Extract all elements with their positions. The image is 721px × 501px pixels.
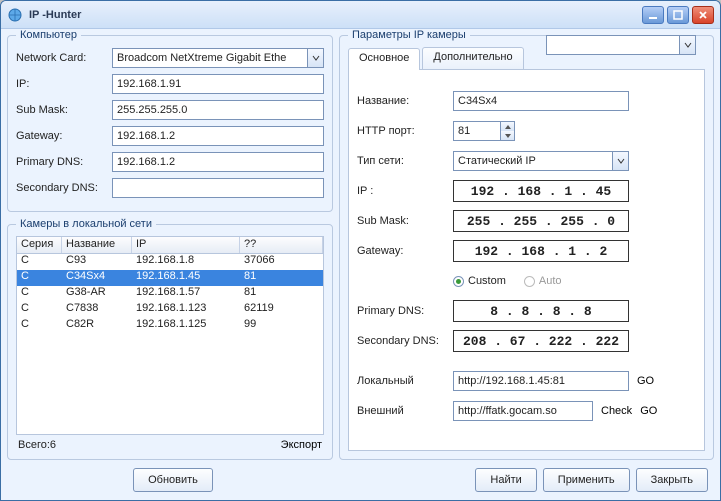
label-cam-name: Название: [357, 95, 453, 107]
external-go-link[interactable]: GO [640, 405, 657, 417]
camera-sdns-input[interactable]: 208 . 67 . 222 . 222 [453, 330, 629, 352]
minimize-button[interactable] [642, 6, 664, 24]
label-net-type: Тип сети: [357, 155, 453, 167]
camera-list-header[interactable]: Серия Название IP ?? [16, 236, 324, 254]
apply-button[interactable]: Применить [543, 468, 630, 492]
label-cam-submask: Sub Mask: [357, 215, 453, 227]
label-cam-sdns: Secondary DNS: [357, 335, 453, 347]
camera-submask-input[interactable]: 255 . 255 . 255 . 0 [453, 210, 629, 232]
table-row[interactable]: CG38-AR192.168.1.5781 [17, 286, 323, 302]
computer-submask-field: 255.255.255.0 [112, 100, 324, 120]
label-network-card: Network Card: [16, 52, 112, 64]
radio-custom[interactable]: Custom [453, 275, 506, 287]
local-go-link[interactable]: GO [637, 375, 654, 387]
group-cameras-lan: Камеры в локальной сети Серия Название I… [7, 218, 333, 460]
refresh-button[interactable]: Обновить [133, 468, 213, 492]
close-window-button[interactable]: Закрыть [636, 468, 708, 492]
external-url-input[interactable]: http://ffatk.gocam.so [453, 401, 593, 421]
col-ip[interactable]: IP [132, 237, 240, 253]
computer-gateway-field: 192.168.1.2 [112, 126, 324, 146]
chevron-down-icon[interactable] [307, 49, 323, 67]
local-url-input[interactable]: http://192.168.1.45:81 [453, 371, 629, 391]
close-button[interactable] [692, 6, 714, 24]
col-port[interactable]: ?? [240, 237, 323, 253]
group-computer: Компьютер Network Card: Broadcom NetXtre… [7, 29, 333, 212]
group-camera-params-legend: Параметры IP камеры [348, 29, 470, 41]
camera-list[interactable]: CC93192.168.1.837066CC34Sx4192.168.1.458… [16, 254, 324, 435]
table-row[interactable]: CC82R192.168.1.12599 [17, 318, 323, 334]
chevron-down-icon[interactable] [612, 152, 628, 170]
http-port-input[interactable]: 81 [453, 121, 501, 141]
http-port-spinner[interactable] [501, 121, 515, 141]
titlebar[interactable]: IP -Hunter [1, 1, 720, 29]
label-sdns: Secondary DNS: [16, 182, 112, 194]
tab-main-body: Название: C34Sx4 HTTP порт: 81 [348, 69, 705, 451]
table-row[interactable]: CC34Sx4192.168.1.4581 [17, 270, 323, 286]
computer-pdns-field: 192.168.1.2 [112, 152, 324, 172]
group-cameras-lan-legend: Камеры в локальной сети [16, 218, 156, 230]
label-pdns: Primary DNS: [16, 156, 112, 168]
computer-sdns-field [112, 178, 324, 198]
computer-ip-field: 192.168.1.91 [112, 74, 324, 94]
camera-gateway-input[interactable]: 192 . 168 . 1 . 2 [453, 240, 629, 262]
camera-name-input[interactable]: C34Sx4 [453, 91, 629, 111]
group-camera-params: Параметры IP камеры Основное Дополнитель… [339, 29, 714, 460]
camera-select[interactable] [546, 35, 696, 55]
camera-total-label: Всего:6 [18, 439, 56, 451]
table-row[interactable]: CC93192.168.1.837066 [17, 254, 323, 270]
group-computer-legend: Компьютер [16, 29, 81, 41]
table-row[interactable]: CC7838192.168.1.12362119 [17, 302, 323, 318]
check-link[interactable]: Check [601, 405, 632, 417]
tab-main[interactable]: Основное [348, 48, 420, 70]
chevron-down-icon[interactable] [679, 36, 695, 54]
label-local: Локальный [357, 375, 453, 387]
label-external: Внешний [357, 405, 453, 417]
export-link[interactable]: Экспорт [281, 439, 322, 451]
find-button[interactable]: Найти [475, 468, 536, 492]
network-card-select[interactable]: Broadcom NetXtreme Gigabit Ethe [112, 48, 324, 68]
tab-extra[interactable]: Дополнительно [422, 47, 523, 69]
camera-ip-input[interactable]: 192 . 168 . 1 . 45 [453, 180, 629, 202]
label-cam-gateway: Gateway: [357, 245, 453, 257]
chevron-down-icon [501, 131, 514, 140]
net-type-select[interactable]: Статический IP [453, 151, 629, 171]
label-ip: IP: [16, 78, 112, 90]
window-title: IP -Hunter [29, 9, 642, 21]
label-http-port: HTTP порт: [357, 125, 453, 137]
chevron-up-icon [501, 122, 514, 131]
label-submask: Sub Mask: [16, 104, 112, 116]
maximize-button[interactable] [667, 6, 689, 24]
col-name[interactable]: Название [62, 237, 132, 253]
label-cam-ip: IP : [357, 185, 453, 197]
label-cam-pdns: Primary DNS: [357, 305, 453, 317]
camera-pdns-input[interactable]: 8 . 8 . 8 . 8 [453, 300, 629, 322]
app-icon [7, 7, 23, 23]
radio-auto: Auto [524, 275, 562, 287]
col-series[interactable]: Серия [17, 237, 62, 253]
label-gateway: Gateway: [16, 130, 112, 142]
